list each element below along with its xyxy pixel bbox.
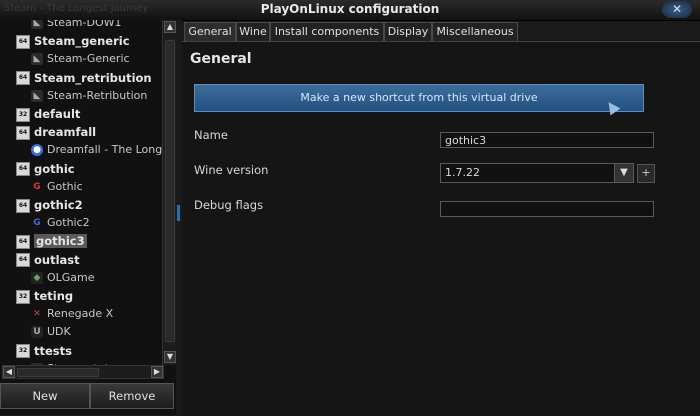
name-input[interactable]: gothic3 xyxy=(440,132,654,148)
tree-item-label: Gothic xyxy=(47,179,83,193)
tree-item-label: gothic xyxy=(34,161,75,176)
prefix-item[interactable]: 64 Steam_retribution xyxy=(0,69,162,87)
debug-flags-input[interactable] xyxy=(440,201,654,217)
prefix-item[interactable]: 32 default xyxy=(0,105,162,123)
app-item[interactable]: ◣ Steam-Generic xyxy=(0,50,162,68)
udk-icon: U xyxy=(31,326,43,339)
app-item[interactable]: ◣ Steam-DOW1 xyxy=(0,20,162,32)
prefix-item[interactable]: 32 teting xyxy=(0,287,162,305)
arch-badge-icon: 32 xyxy=(16,107,30,122)
tab-miscellaneous[interactable]: Miscellaneous xyxy=(432,22,518,41)
app-item[interactable]: ✕ Renegade X xyxy=(0,305,162,323)
steam-icon: ◣ xyxy=(31,89,43,102)
tree-item-label: Steam-DOW1 xyxy=(47,20,122,29)
arch-badge-icon: 64 xyxy=(16,198,30,213)
dreamfall-icon: ● xyxy=(31,144,43,157)
prefix-panel: ◣ Steam-DOW1 64 Steam_generic ◣ Steam-Generic… xyxy=(0,20,176,415)
hscrollbar-thumb[interactable] xyxy=(17,368,99,377)
arch-badge-icon: 32 xyxy=(16,344,30,359)
tree-item-label: Steam_generic xyxy=(34,34,130,49)
app-item[interactable]: ● Dreamfall - The Longest Journey xyxy=(0,141,162,159)
general-tab-content: General Make a new shortcut from this vi… xyxy=(182,41,700,416)
wine-version-label: Wine version xyxy=(194,163,269,177)
scrollbar-thumb[interactable] xyxy=(165,40,175,342)
scroll-left-icon[interactable]: ◀ xyxy=(3,366,15,378)
arch-badge-icon: 64 xyxy=(16,125,30,140)
tree-item-label: default xyxy=(34,107,81,121)
window-titlebar: Steam - The Longest Journey PlayOnLinux … xyxy=(0,0,700,21)
prefix-item[interactable]: 32 ttests xyxy=(0,342,162,360)
arch-badge-icon: 64 xyxy=(16,71,30,86)
tree-horizontal-scrollbar[interactable]: ◀ ▶ xyxy=(2,365,164,379)
prefix-item[interactable]: 64 gothic3 xyxy=(0,232,162,250)
splitter-grip[interactable] xyxy=(177,205,180,221)
close-icon[interactable]: ✕ xyxy=(672,2,682,16)
steam-icon: ◣ xyxy=(31,20,43,29)
gothic2-icon: G xyxy=(31,217,43,230)
scroll-right-icon[interactable]: ▶ xyxy=(151,366,163,378)
name-label: Name xyxy=(194,128,228,142)
app-item[interactable]: U UDK xyxy=(0,323,162,341)
new-button[interactable]: New xyxy=(0,383,90,409)
window-title: PlayOnLinux configuration xyxy=(260,2,440,16)
prefix-item[interactable]: 64 Steam_generic xyxy=(0,32,162,50)
prefix-tree[interactable]: ◣ Steam-DOW1 64 Steam_generic ◣ Steam-Generic… xyxy=(0,20,162,365)
debug-flags-label: Debug flags xyxy=(194,198,264,212)
prefix-item[interactable]: 64 dreamfall xyxy=(0,123,162,141)
tree-vertical-scrollbar[interactable]: ▲ ▼ xyxy=(162,20,176,365)
tab-general[interactable]: General xyxy=(184,22,236,41)
tab-display[interactable]: Display xyxy=(384,22,432,41)
tree-item-label: Renegade X xyxy=(47,307,114,321)
tab-install-components[interactable]: Install components xyxy=(270,22,384,41)
tree-item-label: ttests xyxy=(34,343,72,358)
app-item[interactable]: G Gothic xyxy=(0,178,162,196)
prefix-item[interactable]: 64 gothic xyxy=(0,160,162,178)
app-item[interactable]: ◆ OLGame xyxy=(0,269,162,287)
wine-version-select[interactable]: 1.7.22 ▼ xyxy=(440,163,634,183)
section-title: General xyxy=(190,51,252,67)
tree-item-label: teting xyxy=(34,289,74,303)
gothic-icon: G xyxy=(31,180,43,193)
app-item[interactable]: ◣ Steam-Retribution xyxy=(0,87,162,105)
arch-badge-icon: 64 xyxy=(16,253,30,268)
close-window-button[interactable]: ✕ xyxy=(662,1,692,18)
chevron-down-icon[interactable]: ▼ xyxy=(614,164,633,182)
make-shortcut-button[interactable]: Make a new shortcut from this virtual dr… xyxy=(194,84,644,112)
scroll-down-icon[interactable]: ▼ xyxy=(164,351,176,363)
app-item[interactable]: G Gothic2 xyxy=(0,214,162,232)
tree-item-label: gothic2 xyxy=(34,198,83,212)
scroll-up-icon[interactable]: ▲ xyxy=(164,21,176,33)
olgame-icon: ◆ xyxy=(31,271,43,284)
arch-badge-icon: 64 xyxy=(16,234,30,249)
remove-button[interactable]: Remove xyxy=(90,383,174,409)
arch-badge-icon: 64 xyxy=(16,34,30,49)
tree-item-label: Gothic2 xyxy=(47,216,90,230)
tree-item-label: gothic3 xyxy=(34,234,87,249)
tree-item-label: dreamfall xyxy=(34,125,97,140)
tree-item-label: Steam-Generic xyxy=(47,52,130,66)
tree-item-label: Steam-Retribution xyxy=(47,88,148,102)
tree-item-label: outlast xyxy=(34,252,80,267)
tree-item-label: OLGame xyxy=(47,270,95,284)
tab-wine[interactable]: Wine xyxy=(236,22,270,41)
wine-version-value: 1.7.22 xyxy=(445,166,480,179)
renegade-icon: ✕ xyxy=(31,308,43,321)
prefix-item[interactable]: 64 gothic2 xyxy=(0,196,162,214)
tree-item-label: Steam_retribution xyxy=(34,70,152,85)
arch-badge-icon: 64 xyxy=(16,162,30,177)
arch-badge-icon: 32 xyxy=(16,289,30,304)
plus-icon[interactable]: + xyxy=(641,166,650,179)
tree-item-label: UDK xyxy=(47,325,71,339)
tree-item-label: Dreamfall - The Longest Journey xyxy=(47,143,162,157)
steam-icon: ◣ xyxy=(31,53,43,66)
prefix-item[interactable]: 64 outlast xyxy=(0,251,162,269)
add-wine-version-button[interactable]: + xyxy=(637,164,655,183)
